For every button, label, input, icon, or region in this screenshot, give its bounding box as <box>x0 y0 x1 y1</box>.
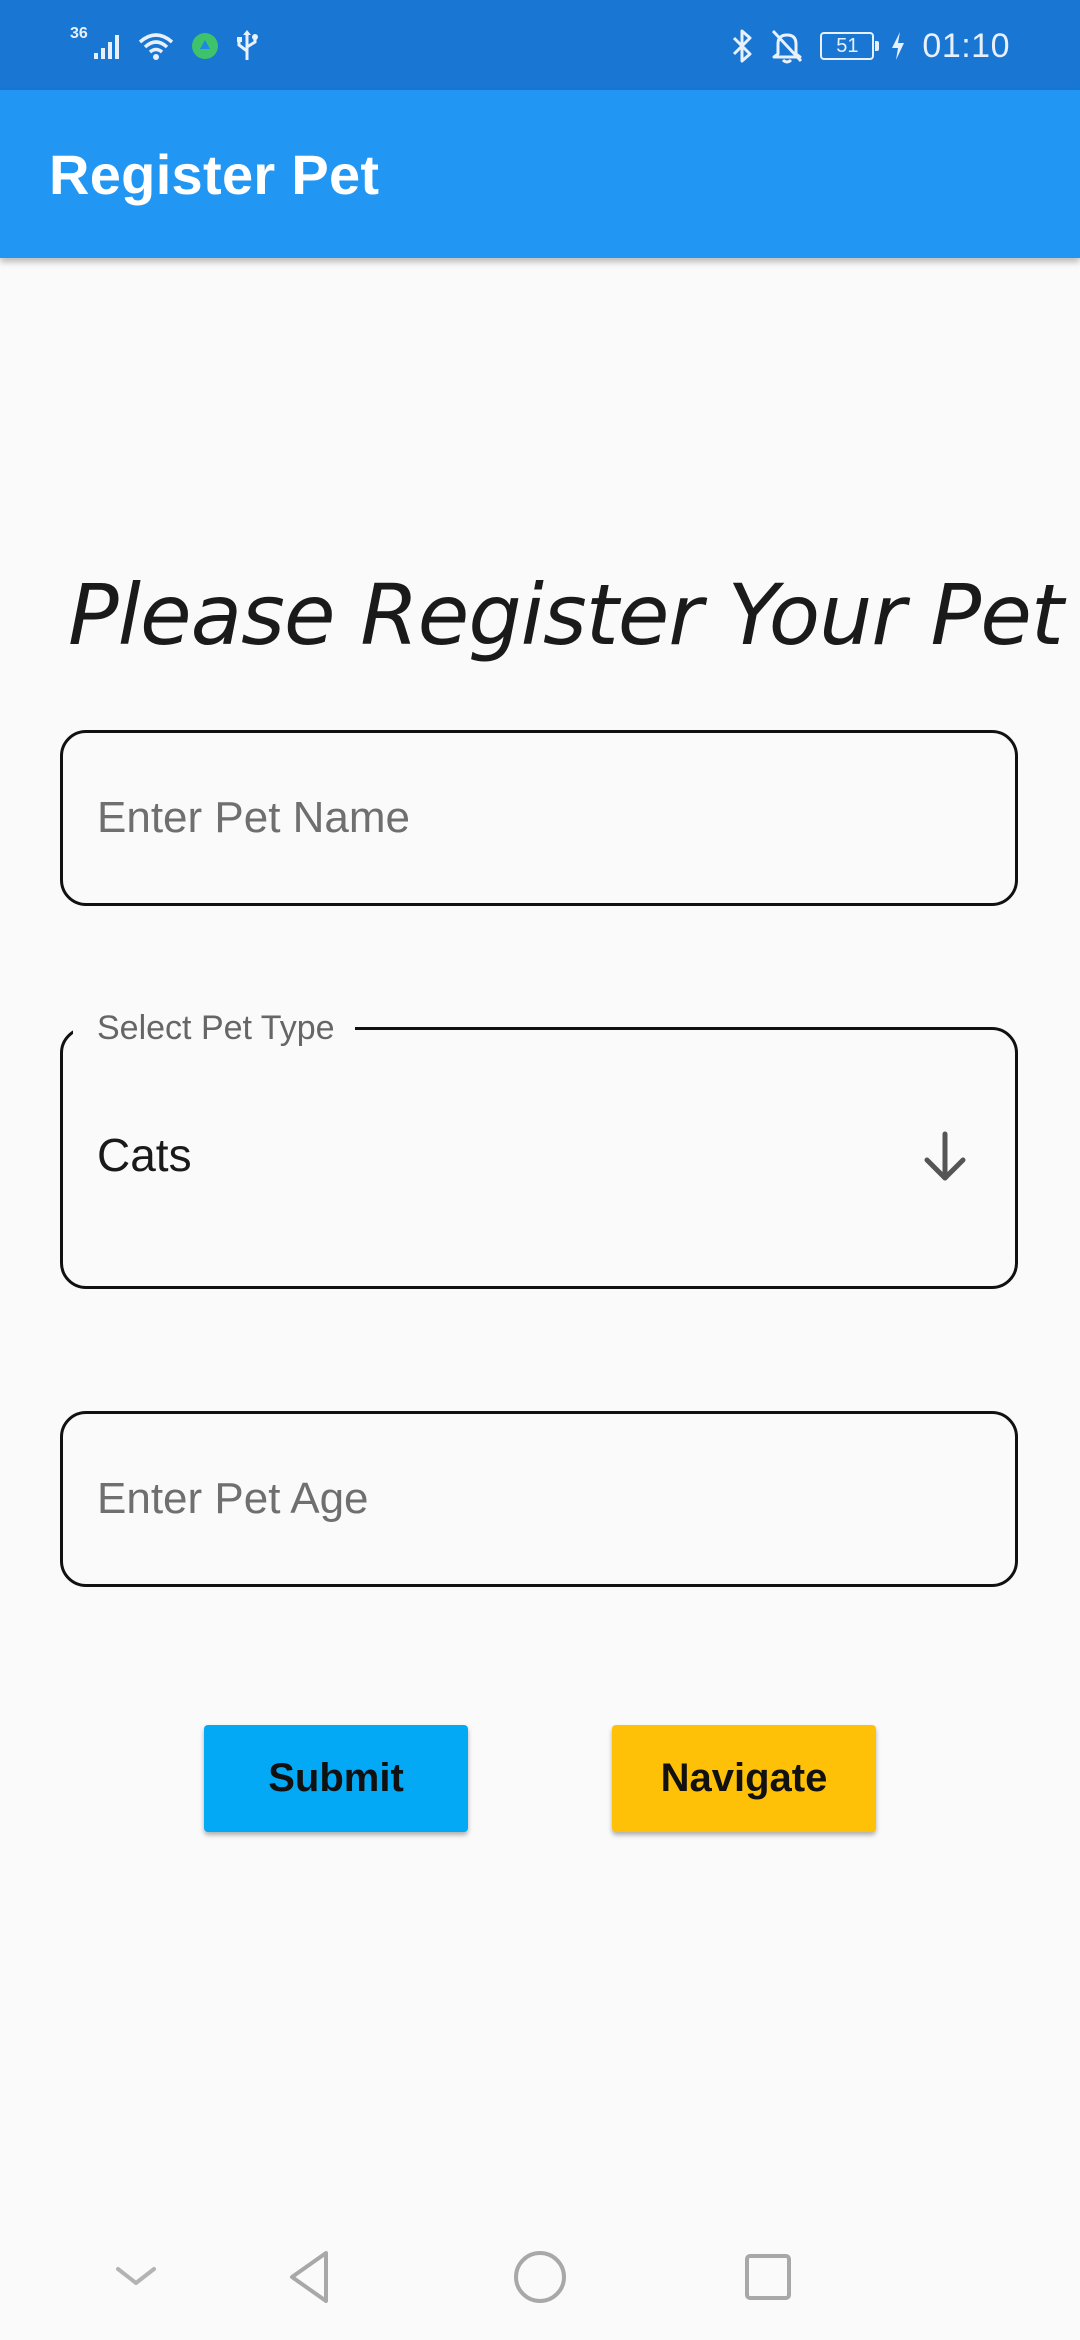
charging-icon <box>892 32 905 60</box>
hide-nav-icon[interactable] <box>104 2245 168 2309</box>
status-time: 01:10 <box>922 26 1010 65</box>
usb-icon <box>236 30 258 60</box>
app-bar: Register Pet <box>0 90 1080 258</box>
wifi-icon <box>138 33 173 60</box>
home-icon[interactable] <box>508 2245 572 2309</box>
page-heading: Please Register Your Pet <box>68 566 1064 664</box>
pet-type-dropdown[interactable]: Select Pet Type Cats <box>60 1004 1018 1289</box>
network-type-label: 36 <box>70 25 88 42</box>
system-nav-bar <box>0 2215 1080 2340</box>
app-notification-icon <box>191 33 218 59</box>
submit-button[interactable]: Submit <box>204 1725 468 1832</box>
battery-icon: 51 <box>820 32 880 60</box>
recents-icon[interactable] <box>736 2245 800 2309</box>
pet-type-selected-value: Cats <box>97 1129 192 1181</box>
pet-age-field[interactable] <box>60 1411 1018 1587</box>
back-icon[interactable] <box>278 2245 342 2309</box>
signal-icon <box>93 35 119 59</box>
pet-age-input[interactable] <box>63 1414 1015 1584</box>
status-right: 51 01:10 <box>730 22 1010 70</box>
pet-type-label: Select Pet Type <box>73 1004 355 1052</box>
status-bar: 36 51 01:10 <box>0 0 1080 90</box>
status-left: 36 <box>70 22 260 70</box>
notifications-off-icon <box>772 29 803 64</box>
navigate-button[interactable]: Navigate <box>612 1725 876 1832</box>
bluetooth-icon <box>733 29 752 63</box>
pet-name-input[interactable] <box>63 733 1015 903</box>
screen: 36 51 01:10 Register Pet Please Register… <box>0 0 1080 2340</box>
app-bar-title: Register Pet <box>49 143 380 206</box>
arrow-down-icon[interactable] <box>915 1128 975 1188</box>
pet-name-field[interactable] <box>60 730 1018 906</box>
